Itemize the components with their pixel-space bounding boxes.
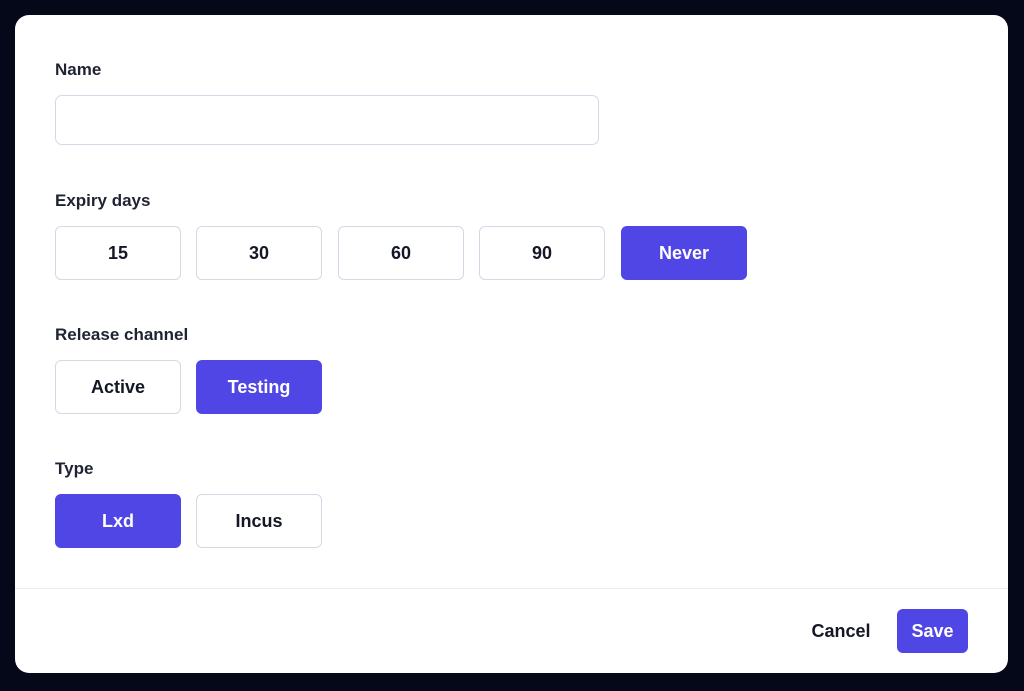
release-channel-label: Release channel: [55, 325, 189, 344]
expiry-option-15[interactable]: 15: [55, 226, 181, 280]
channel-option-active[interactable]: Active: [55, 360, 181, 414]
name-label: Name: [55, 60, 102, 79]
name-input[interactable]: [55, 95, 599, 145]
expiry-days-label: Expiry days: [55, 191, 151, 210]
type-option-incus[interactable]: Incus: [196, 494, 322, 548]
expiry-option-60[interactable]: 60: [338, 226, 464, 280]
expiry-option-30[interactable]: 30: [196, 226, 322, 280]
modal-dialog: Name Expiry days 15 30 60 90 Never Relea…: [15, 15, 1008, 673]
type-option-lxd[interactable]: Lxd: [55, 494, 181, 548]
save-button[interactable]: Save: [897, 609, 968, 653]
expiry-option-never[interactable]: Never: [621, 226, 747, 280]
channel-option-testing[interactable]: Testing: [196, 360, 322, 414]
type-label: Type: [55, 459, 94, 478]
expiry-option-90[interactable]: 90: [479, 226, 605, 280]
footer-divider: [15, 588, 1008, 589]
cancel-button[interactable]: Cancel: [795, 612, 887, 650]
